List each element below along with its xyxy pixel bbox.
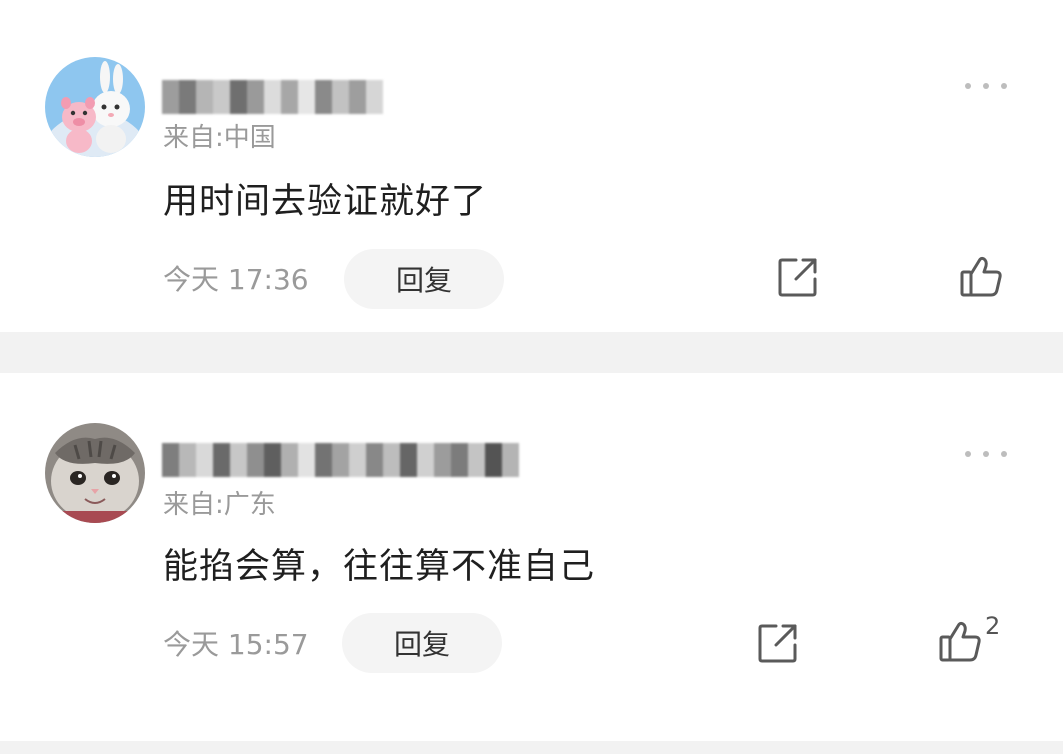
reply-button[interactable]: 回复 <box>344 249 504 309</box>
avatar[interactable] <box>45 423 145 523</box>
username-redacted[interactable] <box>162 443 519 477</box>
mosaic-redaction <box>162 443 519 477</box>
like-button[interactable] <box>958 253 1006 299</box>
comment-text: 用时间去验证就好了 <box>163 182 488 222</box>
like-button[interactable]: 2 <box>937 614 1000 664</box>
comment-time: 今天 15:57 <box>163 628 309 661</box>
share-button[interactable] <box>756 621 800 665</box>
comment-card: 来自:广东 能掐会算，往往算不准自己 今天 15:57 回复 2 <box>0 373 1063 741</box>
username-redacted[interactable] <box>162 80 383 114</box>
like-count: 2 <box>985 612 1001 640</box>
comment-time: 今天 17:36 <box>163 263 309 296</box>
comment-origin: 来自:广东 <box>163 490 276 520</box>
comment-card: 来自:中国 用时间去验证就好了 今天 17:36 回复 <box>0 0 1063 332</box>
thumbs-up-icon <box>939 621 981 662</box>
comment-feed: 来自:中国 用时间去验证就好了 今天 17:36 回复 来自:广东 能掐会算，往… <box>0 0 1063 754</box>
comment-origin: 来自:中国 <box>163 123 276 153</box>
mosaic-redaction <box>162 80 383 114</box>
avatar[interactable] <box>45 57 145 157</box>
comment-text: 能掐会算，往往算不准自己 <box>163 547 596 587</box>
thumbs-up-icon <box>960 256 1002 297</box>
share-icon <box>758 624 797 663</box>
reply-button[interactable]: 回复 <box>342 613 502 673</box>
more-options-icon[interactable] <box>965 80 1007 92</box>
more-options-icon[interactable] <box>965 448 1007 460</box>
share-button[interactable] <box>776 255 820 299</box>
share-icon <box>778 258 817 297</box>
